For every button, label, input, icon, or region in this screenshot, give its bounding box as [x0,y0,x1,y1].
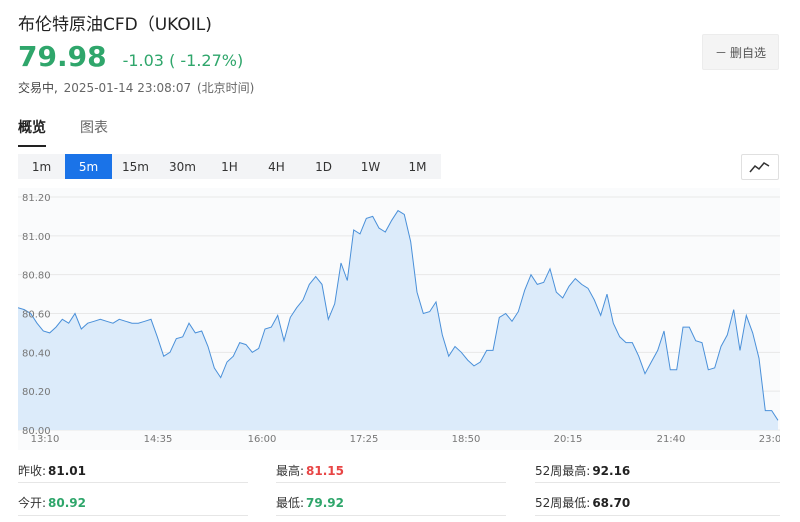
page-tabs: 概览 图表 [18,117,142,147]
timezone-note: (北京时间) [196,81,255,95]
y-tick-label: 80.20 [22,387,51,398]
x-tick-label: 23:0 [759,434,780,445]
prev-close-value: 81.01 [48,464,87,478]
high-value: 81.15 [306,464,345,478]
divider [535,515,780,516]
x-tick-label: 20:15 [554,434,583,445]
high52-label: 52周最高: [535,464,591,478]
high-label: 最高: [276,464,305,478]
stat-prev-close: 昨收: 81.01 [18,462,86,479]
high52-value: 92.16 [592,464,631,478]
divider [276,515,506,516]
minus-icon: － [714,45,727,60]
quote-timestamp: 2025-01-14 23:08:07 [63,81,192,95]
open-value: 80.92 [48,496,87,510]
line-chart-icon [749,162,770,173]
open-label: 今开: [18,496,47,510]
price-change: -1.03 ( -1.27%) [122,51,244,70]
low52-label: 52周最低: [535,496,591,510]
y-tick-label: 80.60 [22,310,51,321]
price-chart[interactable]: 81.2081.0080.8080.6080.4080.2080.0013:10… [18,188,780,450]
interval-1d[interactable]: 1D [300,154,347,179]
interval-selector: 1m 5m 15m 30m 1H 4H 1D 1W 1M [18,154,441,179]
instrument-title: 布伦特原油CFD（UKOIL) [18,15,212,35]
stat-open: 今开: 80.92 [18,494,86,511]
divider [535,482,780,483]
interval-5m[interactable]: 5m [65,154,112,179]
stat-52w-high: 52周最高: 92.16 [535,462,630,479]
x-tick-label: 16:00 [248,434,277,445]
y-tick-label: 80.40 [22,348,51,359]
divider [276,482,506,483]
interval-1m[interactable]: 1m [18,154,65,179]
interval-4h[interactable]: 4H [253,154,300,179]
low-value: 79.92 [306,496,345,510]
divider [18,482,248,483]
remove-watchlist-button[interactable]: － 删自选 [702,34,779,70]
interval-30m[interactable]: 30m [159,154,206,179]
tab-chart[interactable]: 图表 [80,117,108,147]
y-tick-label: 81.00 [22,232,51,243]
tab-overview[interactable]: 概览 [18,117,46,147]
stat-52w-low: 52周最低: 68.70 [535,494,630,511]
y-tick-label: 80.80 [22,271,51,282]
y-tick-label: 81.20 [22,193,51,204]
remove-watchlist-label: 删自选 [730,45,767,60]
interval-15m[interactable]: 15m [112,154,159,179]
interval-1mo[interactable]: 1M [394,154,441,179]
chart-type-toggle[interactable] [741,154,779,180]
stat-high: 最高: 81.15 [276,462,344,479]
x-tick-label: 14:35 [144,434,173,445]
interval-1w[interactable]: 1W [347,154,394,179]
low-label: 最低: [276,496,305,510]
price-row: 79.98 -1.03 ( -1.27%) [18,40,243,73]
status-label: 交易中, [18,81,58,95]
x-tick-label: 13:10 [31,434,60,445]
divider [18,515,248,516]
stat-low: 最低: 79.92 [276,494,344,511]
low52-value: 68.70 [592,496,631,510]
x-tick-label: 18:50 [452,434,481,445]
prev-close-label: 昨收: [18,464,47,478]
last-price: 79.98 [18,40,107,73]
trading-status: 交易中, 2025-01-14 23:08:07 (北京时间) [18,79,254,96]
x-tick-label: 17:25 [350,434,379,445]
interval-1h[interactable]: 1H [206,154,253,179]
x-tick-label: 21:40 [657,434,686,445]
